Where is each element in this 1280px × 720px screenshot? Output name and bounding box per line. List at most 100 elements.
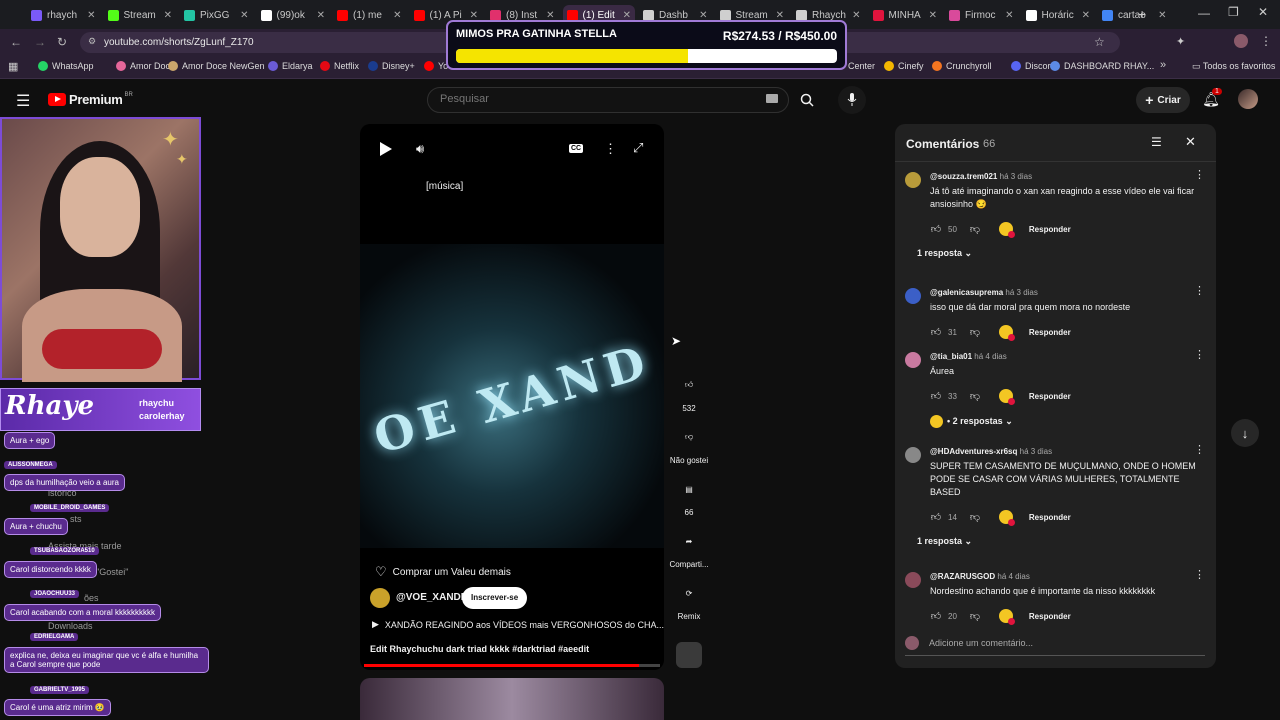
reply-button[interactable]: Responder [1029,328,1071,337]
comment-more-icon[interactable]: ⋮ [1194,443,1205,456]
tab-close-icon[interactable]: ✕ [929,10,937,21]
all-favorites-link[interactable]: ▭ Todos os favoritos [1192,61,1275,72]
voice-search-button[interactable] [838,86,866,114]
reload-icon[interactable]: ↻ [57,35,67,49]
notifications-button[interactable]: 🔔︎ 1 [1200,88,1222,110]
tab-close-icon[interactable]: ✕ [164,10,172,21]
bookmark-item[interactable]: Crunchyroll [932,61,992,71]
sound-thumbnail[interactable] [676,642,702,668]
shorts-player[interactable]: OE XAND 🔊︎ CC ⋮ ⤢ [música] ♡ Comprar um V… [360,124,664,670]
hamburger-menu-icon[interactable]: ☰ [16,91,30,111]
tab-close-icon[interactable]: ✕ [87,10,95,21]
search-input[interactable] [440,93,740,105]
bookmark-item[interactable]: Center [848,61,875,71]
browser-tab[interactable]: PixGG ✕ [180,5,253,25]
tab-close-icon[interactable]: ✕ [546,10,554,21]
browser-tab[interactable]: Firmoc ✕ [945,5,1018,25]
video-progress-bar[interactable] [364,664,660,667]
more-options-icon[interactable]: ⋮ [604,141,617,157]
tab-close-icon[interactable]: ✕ [240,10,248,21]
channel-avatar[interactable] [370,588,390,608]
reply-button[interactable]: Responder [1029,513,1071,522]
scroll-down-button[interactable]: ↓ [1231,419,1259,447]
tab-close-icon[interactable]: ✕ [623,10,631,21]
comments-button[interactable]: ▤ 66 [666,474,712,518]
maximize-button[interactable]: ❐ [1228,5,1239,19]
sort-icon[interactable]: ☰ [1151,135,1162,149]
like-icon[interactable]: 👍︎ [930,610,942,622]
account-avatar[interactable] [1238,89,1258,109]
dislike-icon[interactable]: 👎︎ [969,390,981,402]
bookmark-item[interactable]: Discord [1011,61,1056,71]
dislike-button[interactable]: 👎︎ Não gostei [666,422,712,465]
commenter-avatar[interactable] [905,352,921,368]
browser-menu-icon[interactable]: ⋮ [1260,34,1272,48]
bookmark-item[interactable]: Eldarya [268,61,313,71]
dislike-icon[interactable]: 👎︎ [969,610,981,622]
commenter-avatar[interactable] [905,572,921,588]
play-button[interactable] [380,142,392,156]
commenter-avatar[interactable] [905,172,921,188]
tab-close-icon[interactable]: ✕ [317,10,325,21]
like-icon[interactable]: 👍︎ [930,326,942,338]
thanks-button[interactable]: ♡ Comprar um Valeu demais [375,564,511,580]
bookmark-item[interactable]: Disney+ [368,61,415,71]
search-box[interactable] [427,87,789,113]
apps-grid-icon[interactable]: ▦ [8,60,18,73]
tab-close-icon[interactable]: ✕ [393,10,401,21]
dislike-icon[interactable]: 👎︎ [969,511,981,523]
keyboard-icon[interactable] [766,94,778,103]
reply-button[interactable]: Responder [1029,612,1071,621]
browser-tab[interactable]: MINHA ✕ [869,5,942,25]
close-window-button[interactable]: ✕ [1258,5,1268,19]
browser-tab[interactable]: rhaych ✕ [27,5,100,25]
replies-toggle[interactable]: 1 resposta ⌄ [917,248,972,259]
volume-icon[interactable]: 🔊︎ [416,141,424,157]
site-info-icon[interactable]: ⚙ [88,36,96,47]
comment-more-icon[interactable]: ⋮ [1194,568,1205,581]
comment-more-icon[interactable]: ⋮ [1194,348,1205,361]
replies-toggle[interactable]: 1 resposta ⌄ [917,536,972,547]
like-icon[interactable]: 👍︎ [930,511,942,523]
extensions-icon[interactable]: ✦ [1176,35,1185,48]
commenter-avatar[interactable] [905,288,921,304]
comment-author[interactable]: @tia_bia01 há 4 dias [930,352,1007,361]
tab-close-icon[interactable]: ✕ [699,10,707,21]
youtube-logo[interactable]: Premium BR [48,92,133,107]
bookmark-star-icon[interactable]: ☆ [1094,35,1105,49]
close-icon[interactable]: ✕ [1185,134,1196,150]
replies-toggle[interactable]: • 2 respostas ⌄ [930,415,1013,428]
bookmark-item[interactable]: Cinefy [884,61,924,71]
captions-button[interactable]: CC [569,144,584,153]
tab-close-icon[interactable]: ✕ [1082,10,1090,21]
reply-button[interactable]: Responder [1029,225,1071,234]
browser-tab[interactable]: cartao ✕ [1098,5,1171,25]
tab-close-icon[interactable]: ✕ [1158,10,1166,21]
bookmark-item[interactable]: WhatsApp [38,61,94,71]
minimize-button[interactable]: — [1198,6,1210,20]
remix-button[interactable]: ⟳ Remix [666,578,712,622]
back-icon[interactable]: ← [10,35,22,49]
commenter-avatar[interactable] [905,447,921,463]
comment-more-icon[interactable]: ⋮ [1194,168,1205,181]
channel-name[interactable]: @VOE_XANDE [396,592,467,603]
bookmark-item[interactable]: Amor Doce [116,61,175,71]
browser-tab[interactable]: (1) me ✕ [333,5,406,25]
like-button[interactable]: 👍︎ 532 [666,370,712,413]
comment-author[interactable]: @HDAdventures-xr6sq há 3 dias [930,447,1052,456]
subscribe-button[interactable]: Inscrever-se [462,587,528,609]
add-comment-input[interactable]: Adicione um comentário... [905,636,1205,656]
tab-close-icon[interactable]: ✕ [1005,10,1013,21]
tab-close-icon[interactable]: ✕ [852,10,860,21]
browser-tab[interactable]: (99)ok ✕ [257,5,330,25]
dislike-icon[interactable]: 👎︎ [969,223,981,235]
comment-author[interactable]: @RAZARUSGOD há 4 dias [930,572,1030,581]
hashtags[interactable]: #darktriad #aeedit [512,644,589,654]
tab-close-icon[interactable]: ✕ [776,10,784,21]
bookmark-item[interactable]: Netflix [320,61,359,71]
create-button[interactable]: + Criar [1136,87,1190,113]
profile-avatar[interactable] [1234,34,1248,48]
new-tab-button[interactable]: + [1138,6,1146,22]
comment-author[interactable]: @souzza.trem021 há 3 dias [930,172,1032,181]
playlist-link[interactable]: ▶ XANDÃO REAGINDO aos VÍDEOS mais VERGONH… [372,619,664,630]
